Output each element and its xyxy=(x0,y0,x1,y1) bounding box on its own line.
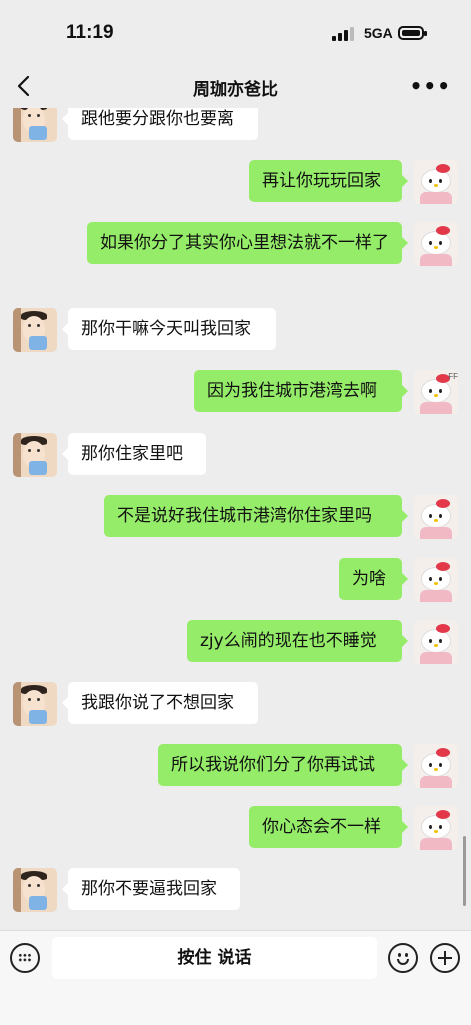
message-bubble[interactable]: 跟他要分跟你也要离 xyxy=(62,108,258,140)
avatar[interactable] xyxy=(414,558,458,602)
input-bar: 按住 说话 xyxy=(0,930,471,1025)
network-label: 5GA xyxy=(364,25,393,41)
status-bar: 11:19 5GA xyxy=(0,0,471,64)
avatar[interactable] xyxy=(414,744,458,788)
chat-title: 周珈亦爸比 xyxy=(193,80,278,100)
status-time: 11:19 xyxy=(66,22,114,43)
avatar[interactable] xyxy=(414,806,458,850)
avatar[interactable] xyxy=(414,620,458,664)
emoji-button[interactable] xyxy=(388,943,418,973)
message-bubble[interactable]: 因为我住城市港湾去啊 xyxy=(194,370,408,412)
avatar[interactable] xyxy=(13,108,57,142)
message-bubble[interactable]: 不是说好我住城市港湾你住家里吗 xyxy=(104,495,408,537)
avatar[interactable]: FF xyxy=(414,370,458,414)
more-options-button[interactable]: ••• xyxy=(410,74,451,98)
signal-icon xyxy=(332,27,356,41)
hold-to-talk-button[interactable]: 按住 说话 xyxy=(52,937,377,979)
scrollbar[interactable] xyxy=(463,836,466,906)
avatar[interactable] xyxy=(414,495,458,539)
message-bubble[interactable]: 我跟你说了不想回家 xyxy=(62,682,258,724)
battery-icon xyxy=(398,26,427,40)
message-bubble[interactable]: 再让你玩玩回家 xyxy=(249,160,408,202)
avatar[interactable] xyxy=(414,160,458,204)
message-bubble[interactable]: 那你住家里吧 xyxy=(62,433,206,475)
avatar[interactable] xyxy=(13,433,57,477)
avatar-text: FF xyxy=(448,372,458,381)
avatar[interactable] xyxy=(13,308,57,352)
keyboard-toggle-button[interactable] xyxy=(10,943,40,973)
nav-bar: 周珈亦爸比 ••• xyxy=(0,64,471,108)
message-bubble[interactable]: 那你不要逼我回家 xyxy=(62,868,240,910)
message-bubble[interactable]: 你心态会不一样 xyxy=(249,806,408,848)
message-bubble[interactable]: zjy么闹的现在也不睡觉 xyxy=(187,620,408,662)
plus-button[interactable] xyxy=(430,943,460,973)
message-bubble[interactable]: 为啥 xyxy=(339,558,408,600)
avatar[interactable] xyxy=(414,222,458,266)
avatar[interactable] xyxy=(13,682,57,726)
avatar[interactable] xyxy=(13,868,57,912)
message-bubble[interactable]: 所以我说你们分了你再试试 xyxy=(158,744,408,786)
chat-message-list[interactable]: 跟他要分跟你也要离 再让你玩玩回家 如果你分了其实你心里想法就不一样了 那你干嘛… xyxy=(0,108,471,930)
keyboard-icon xyxy=(18,953,32,963)
message-bubble[interactable]: 那你干嘛今天叫我回家 xyxy=(62,308,276,350)
message-bubble[interactable]: 如果你分了其实你心里想法就不一样了 xyxy=(87,222,408,264)
